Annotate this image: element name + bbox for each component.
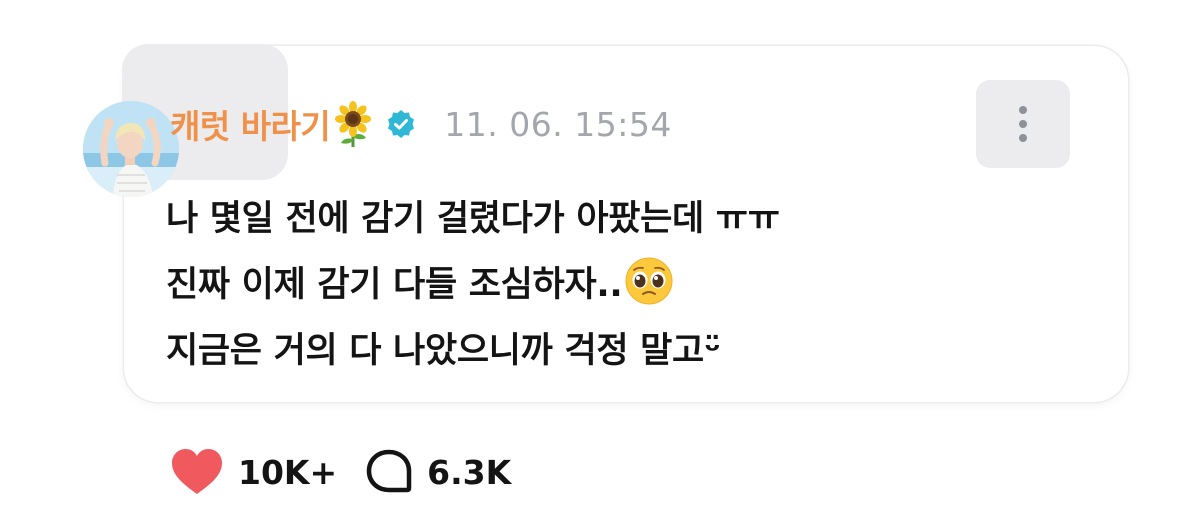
reaction-bar: 10K+ 6.3K [170, 440, 511, 504]
author-row: 캐럿 바라기 11. 06. 15:54 [170, 100, 672, 148]
pleading-face-emoji [624, 256, 674, 306]
sunflower-emoji [332, 101, 374, 147]
comment-count: 6.3K [427, 452, 512, 492]
verified-check-icon [386, 109, 416, 139]
heart-icon [172, 449, 222, 494]
comment-button[interactable]: 6.3K [365, 448, 511, 496]
like-button[interactable]: 10K+ [170, 448, 337, 496]
avatar[interactable] [83, 101, 179, 197]
like-count: 10K+ [238, 452, 338, 492]
comment-bubble-icon [366, 449, 412, 493]
post-body: 나 몇일 전에 감기 걸렸다가 아팠는데 ㅠㅠ 진짜 이제 감기 다들 조심하자… [166, 186, 1066, 384]
post-text-line: 진짜 이제 감기 다들 조심하자.. [166, 252, 1066, 318]
more-vertical-icon [1019, 106, 1027, 142]
more-options-button[interactable] [976, 80, 1070, 168]
author-name[interactable]: 캐럿 바라기 [170, 100, 331, 148]
post-timestamp: 11. 06. 15:54 [444, 104, 672, 144]
post-text: 진짜 이제 감기 다들 조심하자.. [166, 265, 623, 305]
post-screen: 캐럿 바라기 11. 06. 15:54 나 몇일 전에 감기 걸렸다가 아팠는… [0, 0, 1179, 522]
post-text-line: 지금은 거의 다 나았으니까 걱정 말고ᵕ̈ [166, 331, 721, 371]
post-text-line: 나 몇일 전에 감기 걸렸다가 아팠는데 ㅠㅠ [166, 199, 780, 239]
